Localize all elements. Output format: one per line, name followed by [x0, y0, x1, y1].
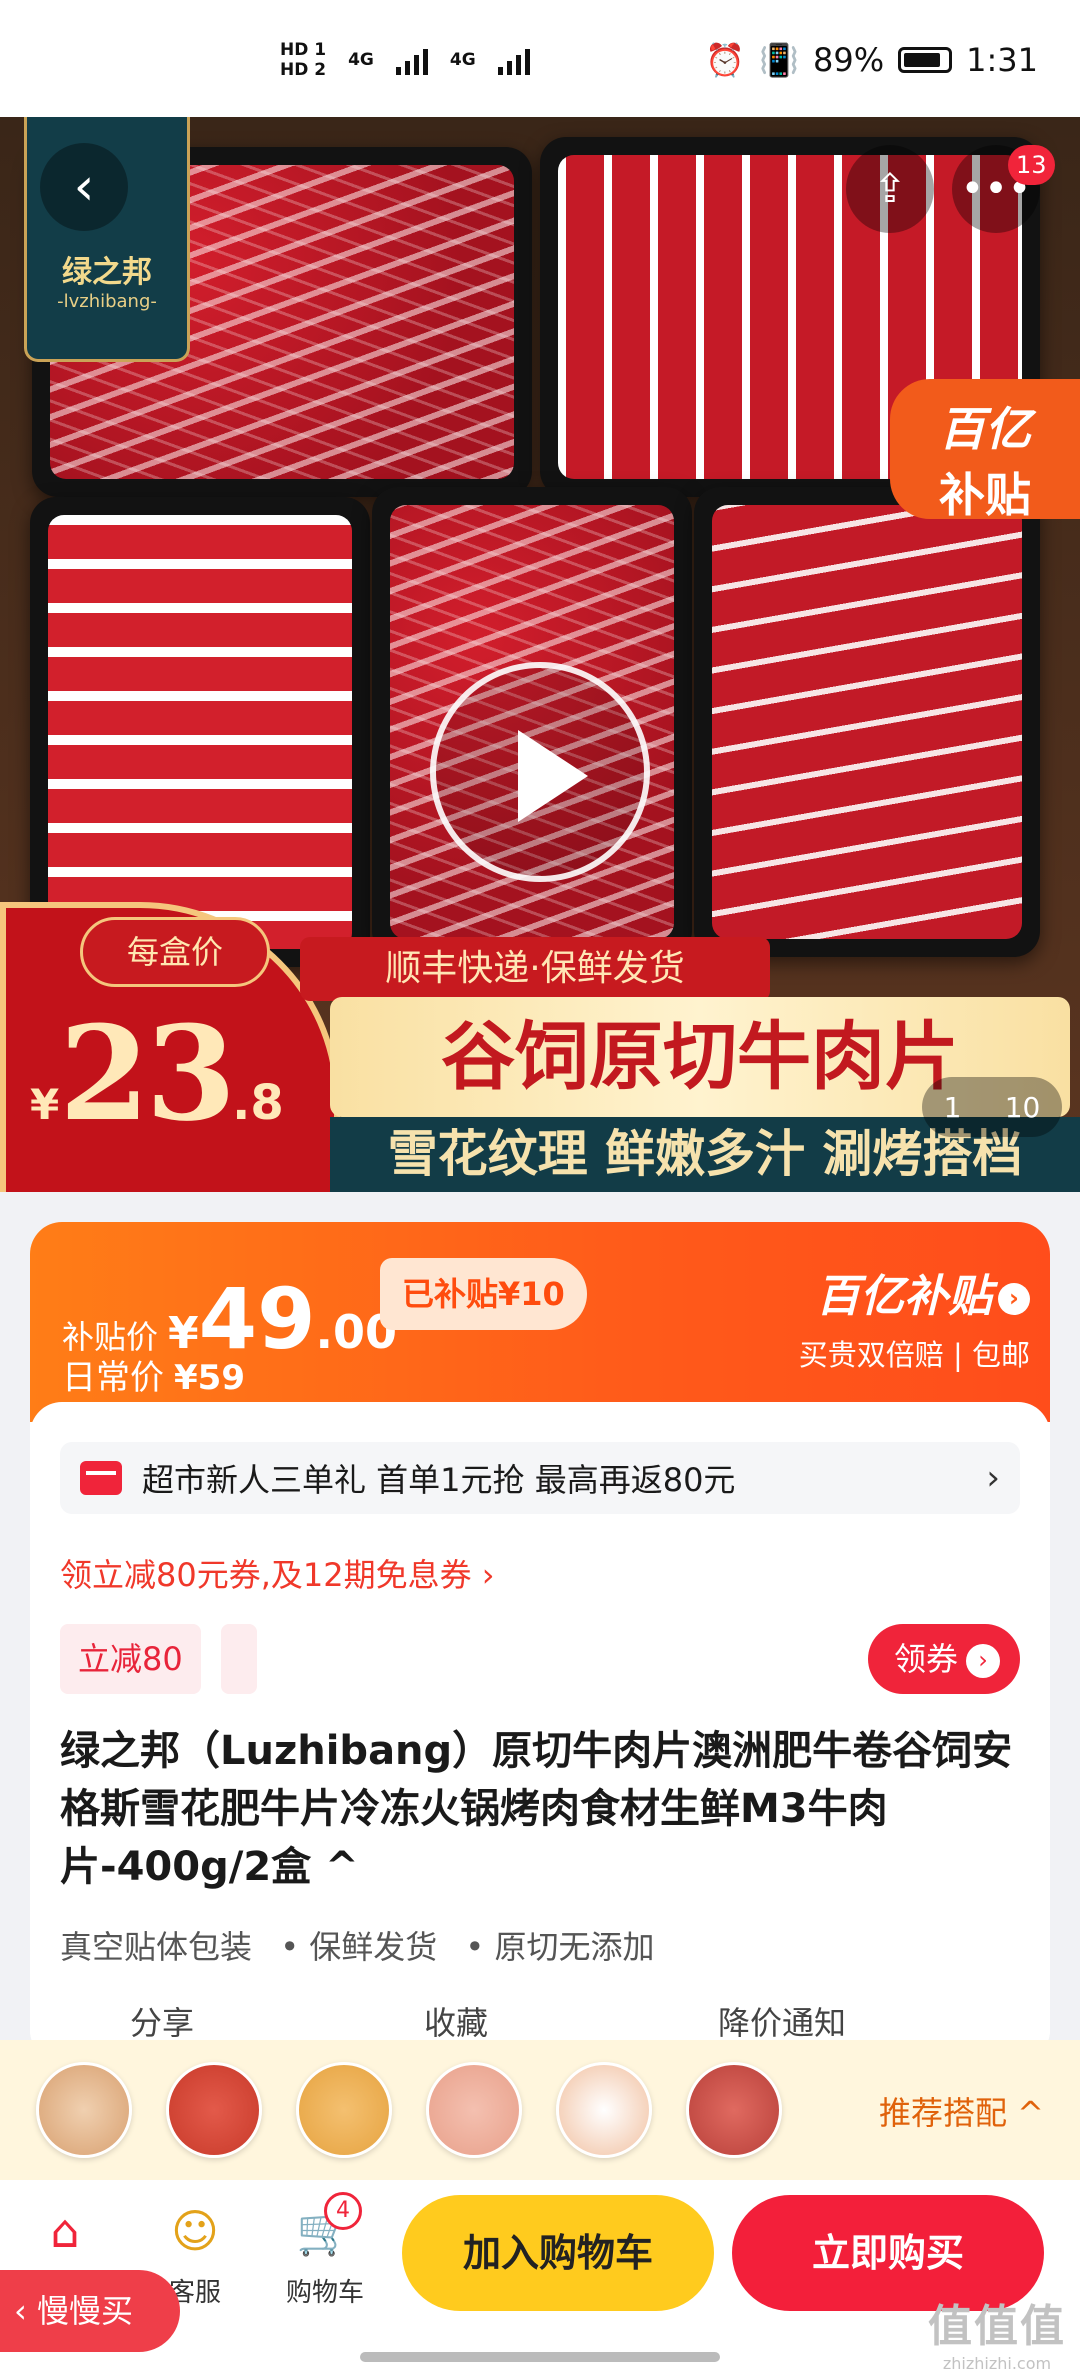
net1-label: 4G — [348, 50, 374, 70]
get-coupon-label: 领券 — [893, 1640, 958, 1678]
meat-tray-5 — [694, 487, 1040, 957]
play-video-button[interactable] — [430, 662, 650, 882]
subsidy-program-link[interactable]: 百亿补贴 › 买贵双倍赔 | 包邮 — [799, 1260, 1030, 1374]
cart-label: 购物车 — [285, 2278, 364, 2308]
slow-buy-label: 慢慢买 — [36, 2292, 133, 2330]
empty-tag — [220, 1624, 257, 1694]
chevron-right-icon: › — [986, 1458, 1000, 1498]
chevron-right-icon: › — [998, 1283, 1030, 1315]
daily-price: 日常价 ¥59 — [62, 1350, 245, 1399]
alarm-icon: ⏰ — [705, 41, 746, 79]
product-info-card: 补贴价 ¥ 49 .00 已补贴¥10 日常价 ¥59 百亿补贴 › 买贵双倍赔 |… — [30, 1222, 1050, 2062]
hero-price-decimal: .8 — [232, 1075, 284, 1131]
signal-icon-2 — [497, 45, 530, 75]
feature-item: • 原切无添加 — [465, 1928, 655, 1966]
cart-button[interactable]: 🛒 4 购物车 — [260, 2192, 390, 2309]
price-per-box-label: 每盒价 — [80, 917, 270, 987]
subsidized-amount-chip: 已补贴¥10 — [380, 1258, 587, 1330]
share-action[interactable]: 分享 — [130, 1998, 194, 2044]
slow-buy-tab[interactable]: ‹ 慢慢买 — [0, 2270, 180, 2352]
vibrate-icon: 📳 — [759, 41, 800, 79]
hero-price-integer: 23 — [59, 997, 236, 1150]
battery-icon — [898, 47, 953, 73]
recommended-bundle[interactable]: 推荐搭配 ^ — [0, 2040, 1080, 2180]
subsidy-price-banner[interactable]: 补贴价 ¥ 49 .00 已补贴¥10 日常价 ¥59 百亿补贴 › 买贵双倍赔 |… — [30, 1222, 1050, 1422]
recommend-thumb[interactable] — [686, 2062, 782, 2158]
pager-current: 1 — [943, 1090, 962, 1124]
price-alert-action[interactable]: 降价通知 — [718, 1998, 846, 2044]
product-features: 真空贴体包装 • 保鲜发货 • 原切无添加 — [60, 1922, 672, 1968]
subsidy-program-name: 百亿补贴 — [816, 1271, 992, 1322]
get-coupon-button[interactable]: 领券 › — [867, 1624, 1020, 1694]
new-user-offer[interactable]: 超市新人三单礼 首单1元抢 最高再返80元 › — [60, 1442, 1020, 1514]
message-count-badge: 13 — [1008, 145, 1055, 185]
hd1-label: HD 1 — [280, 40, 327, 60]
hero-price-currency: ¥ — [30, 1080, 60, 1129]
feature-item: 真空贴体包装 — [60, 1928, 253, 1966]
watermark: 值值值 zhizhizhi.com — [928, 2290, 1066, 2373]
watermark-logo: 值值值 — [928, 2301, 1066, 2352]
product-page: HD 1 HD 2 4G 4G ⏰ 📳 89% 1:31 绿之邦 -lvzhib… — [0, 0, 1080, 2376]
status-bar: HD 1 HD 2 4G 4G ⏰ 📳 89% 1:31 — [0, 0, 1080, 120]
pager-total: 10 — [1004, 1090, 1041, 1124]
cart-count-badge: 4 — [324, 2192, 362, 2230]
favorite-action[interactable]: 收藏 — [424, 1998, 488, 2044]
store-icon: ⌂ — [50, 2204, 80, 2258]
system-indicators: ⏰ 📳 89% 1:31 — [705, 41, 1038, 79]
product-image-carousel[interactable]: 绿之邦 -lvzhibang- 百亿 补贴 每盒价 ¥23.8 顺丰快递·保鲜发… — [0, 117, 1080, 1192]
net2-label: 4G — [449, 50, 476, 70]
subsidy-corner-line1: 百亿 — [939, 402, 1031, 456]
battery-percent: 89% — [813, 41, 885, 79]
recommend-label[interactable]: 推荐搭配 ^ — [879, 2088, 1044, 2134]
new-user-offer-text: 超市新人三单礼 首单1元抢 最高再返80元 — [142, 1461, 736, 1499]
recommend-thumb[interactable] — [556, 2062, 652, 2158]
hd2-label: HD 2 — [280, 60, 327, 80]
watermark-site: zhizhizhi.com — [942, 2354, 1052, 2373]
subsidy-program-sub: 买贵双倍赔 | 包邮 — [798, 1338, 1030, 1372]
hero-price: ¥23.8 — [30, 997, 284, 1150]
clock: 1:31 — [966, 41, 1038, 79]
share-icon: ⇪ — [873, 166, 907, 212]
recommend-thumb[interactable] — [426, 2062, 522, 2158]
brand-logo-name: 绿之邦 — [62, 255, 152, 290]
product-details: 超市新人三单礼 首单1元抢 最高再返80元 › 领立减80元券,及12期免息券 … — [30, 1402, 1050, 2042]
product-actions: 分享 收藏 降价通知 — [130, 1998, 846, 2044]
service-icon: ☺ — [171, 2204, 219, 2258]
chevron-right-icon: › — [966, 1644, 1000, 1678]
hd-indicators: HD 1 HD 2 — [280, 40, 326, 80]
signal-icon — [395, 45, 428, 75]
subsidy-corner-badge: 百亿 补贴 — [890, 379, 1080, 522]
feature-item: • 保鲜发货 — [280, 1928, 438, 1966]
carousel-pager: 1 10 — [922, 1077, 1062, 1137]
share-button[interactable]: ⇪ — [846, 145, 934, 233]
chevron-left-icon: ‹ — [14, 2292, 37, 2330]
back-button[interactable]: ‹ — [40, 143, 128, 231]
brand-logo-en: -lvzhibang- — [57, 291, 157, 312]
recommend-thumb[interactable] — [166, 2062, 262, 2158]
instant-discount-tag: 立减80 — [60, 1624, 201, 1694]
coupon-link[interactable]: 领立减80元券,及12期免息券 › — [60, 1550, 495, 1596]
home-indicator[interactable] — [360, 2352, 720, 2362]
shipping-ribbon: 顺丰快递·保鲜发货 — [300, 937, 770, 1001]
add-to-cart-button[interactable]: 加入购物车 — [402, 2195, 714, 2311]
product-title[interactable]: 绿之邦（Luzhibang）原切牛肉片澳洲肥牛卷谷饲安格斯雪花肥牛片冷冻火锅烤肉… — [60, 1722, 1020, 1896]
daily-price-label: 日常价 — [62, 1358, 164, 1398]
daily-price-value: ¥59 — [174, 1358, 245, 1398]
back-arrow-icon: ‹ — [73, 157, 95, 217]
promo-tags: 立减80 — [60, 1624, 257, 1694]
network-indicators: HD 1 HD 2 4G 4G — [280, 40, 530, 80]
subsidy-corner-line2: 补贴 — [939, 468, 1031, 522]
recommend-thumb[interactable] — [296, 2062, 392, 2158]
meat-tray-3 — [30, 497, 370, 967]
recommend-thumb[interactable] — [36, 2062, 132, 2158]
card-icon — [80, 1461, 122, 1495]
